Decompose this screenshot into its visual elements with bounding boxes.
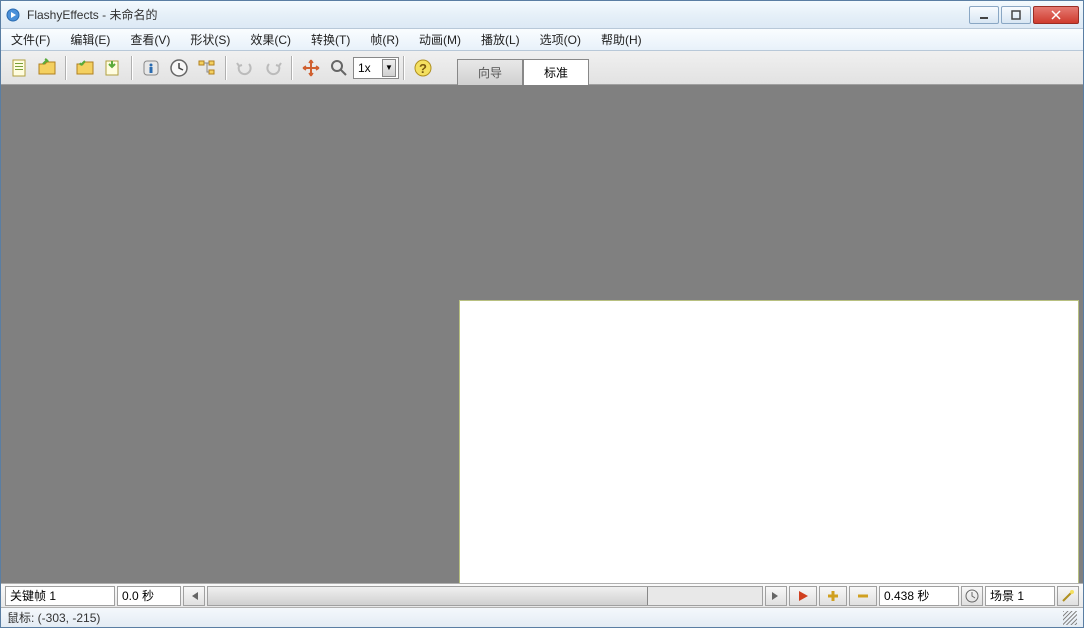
zoom-button[interactable]	[326, 55, 352, 81]
menu-play[interactable]: 播放(L)	[477, 29, 524, 50]
move-icon	[301, 58, 321, 78]
mouse-coords: 鼠标: (-303, -215)	[7, 609, 100, 626]
workspace[interactable]	[1, 85, 1083, 583]
tree-icon	[197, 58, 217, 78]
zoom-value: 1x	[358, 61, 371, 75]
canvas[interactable]	[459, 300, 1079, 583]
menu-view[interactable]: 查看(V)	[126, 29, 174, 50]
redo-icon	[263, 58, 283, 78]
play-icon	[797, 590, 809, 602]
menu-effect[interactable]: 效果(C)	[246, 29, 295, 50]
menu-shape[interactable]: 形状(S)	[186, 29, 234, 50]
clock-button[interactable]	[166, 55, 192, 81]
help-icon: ?	[413, 58, 433, 78]
window-controls	[967, 6, 1079, 24]
menu-file[interactable]: 文件(F)	[7, 29, 54, 50]
undo-icon	[235, 58, 255, 78]
plus-icon	[826, 589, 840, 603]
info-button[interactable]	[138, 55, 164, 81]
move-button[interactable]	[298, 55, 324, 81]
timeline-clock-button[interactable]	[961, 586, 983, 606]
timeline-first-button[interactable]	[183, 586, 205, 606]
undo-button[interactable]	[232, 55, 258, 81]
tab-standard[interactable]: 标准	[523, 59, 589, 85]
close-button[interactable]	[1033, 6, 1079, 24]
menubar: 文件(F) 编辑(E) 查看(V) 形状(S) 效果(C) 转换(T) 帧(R)…	[1, 29, 1083, 51]
menu-edit[interactable]: 编辑(E)	[66, 29, 114, 50]
save-button[interactable]	[72, 55, 98, 81]
app-icon	[5, 7, 21, 23]
scene-wand-button[interactable]	[1057, 586, 1079, 606]
keyframe-field[interactable]: 关键帧 1	[5, 586, 115, 606]
remove-frame-button[interactable]	[849, 586, 877, 606]
minus-icon	[856, 589, 870, 603]
tabstrip: 向导 标准	[457, 51, 589, 84]
save-icon	[75, 58, 95, 78]
menu-help[interactable]: 帮助(H)	[597, 29, 646, 50]
toolbar-separator	[291, 56, 293, 80]
tree-button[interactable]	[194, 55, 220, 81]
time-total-field[interactable]: 0.438 秒	[879, 586, 959, 606]
clock-icon	[169, 58, 189, 78]
titlebar: FlashyEffects - 未命名的	[1, 1, 1083, 29]
export-button[interactable]	[100, 55, 126, 81]
last-icon	[771, 591, 781, 601]
toolbar-separator	[131, 56, 133, 80]
clock-small-icon	[965, 589, 979, 603]
menu-animation[interactable]: 动画(M)	[415, 29, 465, 50]
open-button[interactable]	[34, 55, 60, 81]
scene-field[interactable]: 场景 1	[985, 586, 1055, 606]
folder-open-icon	[37, 58, 57, 78]
wand-icon	[1061, 589, 1075, 603]
timeline-last-button[interactable]	[765, 586, 787, 606]
document-new-icon	[9, 58, 29, 78]
redo-button[interactable]	[260, 55, 286, 81]
zoom-icon	[329, 58, 349, 78]
menu-frame[interactable]: 帧(R)	[366, 29, 403, 50]
play-button[interactable]	[789, 586, 817, 606]
window-title: FlashyEffects - 未命名的	[27, 6, 967, 23]
add-frame-button[interactable]	[819, 586, 847, 606]
svg-text:?: ?	[419, 61, 427, 76]
toolbar: 1x ▼ ? 向导 标准	[1, 51, 1083, 85]
toolbar-separator	[403, 56, 405, 80]
toolbar-separator	[225, 56, 227, 80]
menu-transform[interactable]: 转换(T)	[307, 29, 354, 50]
statusbar: 鼠标: (-303, -215)	[1, 607, 1083, 627]
timeline-bar: 关键帧 1 0.0 秒 0.438 秒 场景 1	[1, 583, 1083, 607]
toolbar-separator	[65, 56, 67, 80]
timeline-scroll-thumb[interactable]	[208, 587, 648, 605]
minimize-button[interactable]	[969, 6, 999, 24]
chevron-down-icon: ▼	[382, 59, 396, 77]
tab-wizard[interactable]: 向导	[457, 59, 523, 85]
resize-grip[interactable]	[1063, 611, 1077, 625]
first-icon	[189, 591, 199, 601]
time-current-field[interactable]: 0.0 秒	[117, 586, 181, 606]
help-button[interactable]: ?	[410, 55, 436, 81]
new-button[interactable]	[6, 55, 32, 81]
maximize-button[interactable]	[1001, 6, 1031, 24]
zoom-select[interactable]: 1x ▼	[353, 57, 399, 79]
menu-options[interactable]: 选项(O)	[536, 29, 585, 50]
export-icon	[103, 58, 123, 78]
info-icon	[141, 58, 161, 78]
timeline-scrollbar[interactable]	[207, 586, 763, 606]
